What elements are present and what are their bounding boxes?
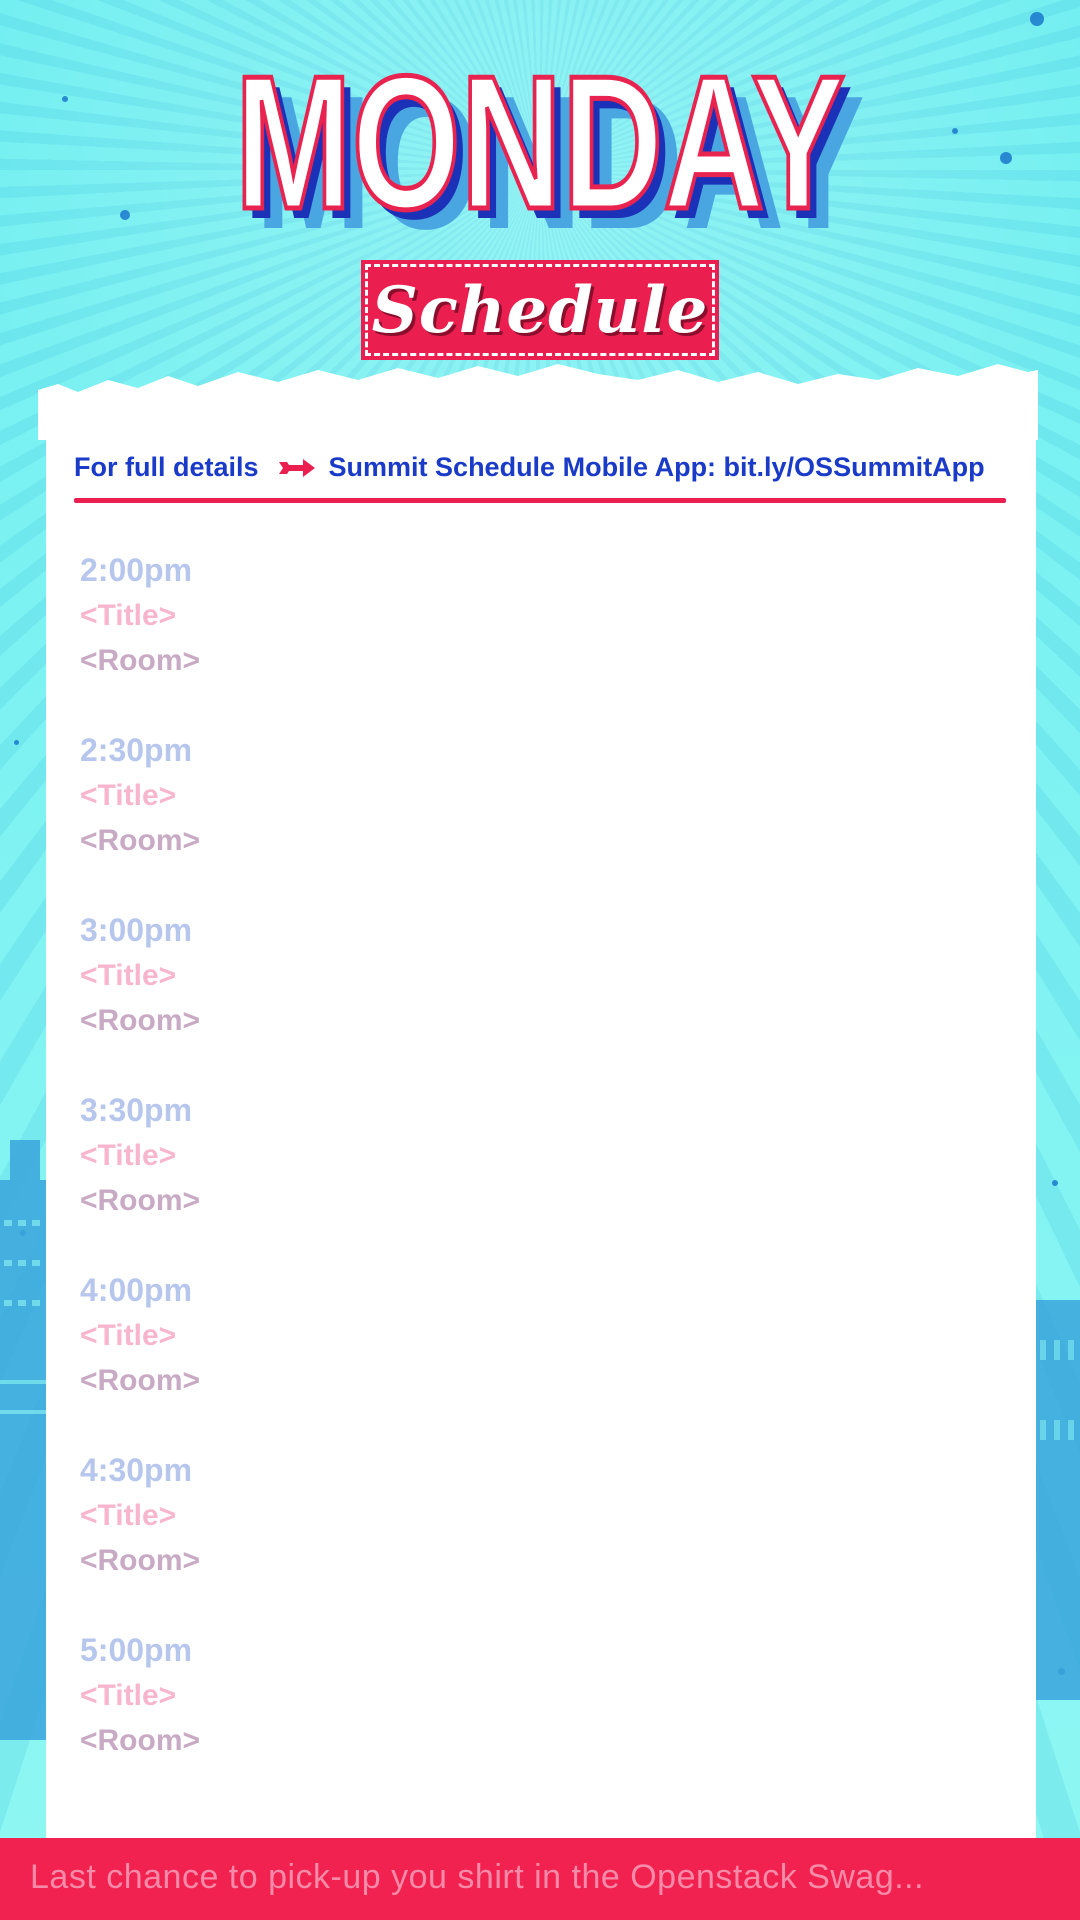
- paint-speck: [1052, 1180, 1058, 1186]
- details-lead: For full details: [74, 452, 259, 482]
- session-title: <Title>: [80, 779, 177, 812]
- session-time: 2:00pm: [80, 552, 193, 588]
- session-room: <Room>: [80, 1544, 201, 1577]
- session-item: 4:00pm <Title> <Room>: [80, 1268, 980, 1448]
- footer-ticker-bar: Last chance to pick-up you shirt in the …: [0, 1838, 1080, 1920]
- schedule-label: Schedule: [371, 272, 709, 348]
- skyline-right-illustration: [1036, 1300, 1080, 1700]
- session-time: 3:00pm: [80, 912, 193, 948]
- session-room: <Room>: [80, 1004, 201, 1037]
- day-title-face: MONDAY: [235, 37, 845, 248]
- session-item: 3:00pm <Title> <Room>: [80, 908, 980, 1088]
- day-title: MONDAY MONDAY MONDAY: [0, 28, 1080, 249]
- session-room: <Room>: [80, 1724, 201, 1757]
- session-room: <Room>: [80, 824, 201, 857]
- session-title: <Title>: [80, 959, 177, 992]
- details-bar: For full details Summit Schedule Mobile …: [74, 452, 1008, 483]
- app-link[interactable]: Summit Schedule Mobile App: bit.ly/OSSum…: [329, 452, 985, 483]
- divider-rule: [74, 498, 1006, 503]
- session-time: 4:30pm: [80, 1452, 193, 1488]
- session-room: <Room>: [80, 1364, 201, 1397]
- session-item: 4:30pm <Title> <Room>: [80, 1448, 980, 1628]
- session-title: <Title>: [80, 1319, 177, 1352]
- footer-ticker-text: Last chance to pick-up you shirt in the …: [30, 1858, 925, 1896]
- session-item: 5:00pm <Title> <Room>: [80, 1628, 980, 1808]
- paint-speck: [14, 740, 19, 745]
- session-title: <Title>: [80, 1679, 177, 1712]
- arrow-right-icon: [278, 458, 315, 477]
- session-item: 2:00pm <Title> <Room>: [80, 548, 980, 728]
- session-room: <Room>: [80, 1184, 201, 1217]
- schedule-banner: Schedule: [361, 260, 719, 360]
- torn-paper-edge: [38, 364, 1038, 440]
- session-time: 4:00pm: [80, 1272, 193, 1308]
- session-item: 3:30pm <Title> <Room>: [80, 1088, 980, 1268]
- paint-speck: [1030, 12, 1044, 26]
- session-item: 2:30pm <Title> <Room>: [80, 728, 980, 908]
- session-title: <Title>: [80, 1139, 177, 1172]
- session-title: <Title>: [80, 1499, 177, 1532]
- session-title: <Title>: [80, 599, 177, 632]
- session-time: 3:30pm: [80, 1092, 193, 1128]
- session-time: 2:30pm: [80, 732, 193, 768]
- session-list: 2:00pm <Title> <Room> 2:30pm <Title> <Ro…: [80, 548, 980, 1808]
- session-time: 5:00pm: [80, 1632, 193, 1668]
- session-room: <Room>: [80, 644, 201, 677]
